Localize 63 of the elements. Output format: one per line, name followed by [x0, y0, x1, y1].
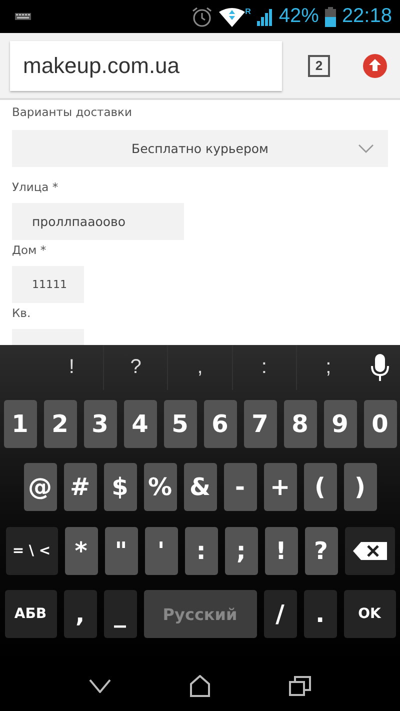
suggestion[interactable]: ; [326, 356, 332, 379]
keyboard-key[interactable]: : [184, 527, 218, 575]
text-field[interactable]: 11111 [12, 266, 84, 303]
keyboard-key[interactable]: / [264, 590, 296, 638]
chevron-down-icon [358, 144, 374, 153]
field-label: Улица * [12, 179, 58, 195]
keyboard-key[interactable]: * [64, 527, 98, 575]
keyboard-icon [15, 13, 31, 20]
keyboard-key[interactable]: @ [24, 463, 56, 511]
keyboard-key[interactable]: 1 [4, 400, 36, 448]
wifi-icon [219, 6, 246, 26]
address-field[interactable]: makeup.com.ua [10, 40, 282, 90]
keyboard-key[interactable]: - [224, 463, 256, 511]
keyboard-key[interactable]: # [64, 463, 96, 511]
tab-count-button[interactable]: 2 [308, 54, 330, 76]
function-key[interactable]: = \ < [6, 527, 58, 575]
function-key[interactable]: АБВ [4, 590, 56, 638]
signal-icon [256, 8, 273, 26]
suggestion[interactable]: , [197, 356, 203, 379]
keyboard-key[interactable]: 3 [84, 400, 116, 448]
text-field[interactable]: проллпааоово [12, 203, 184, 240]
keyboard-key[interactable]: ; [224, 527, 258, 575]
keyboard-key[interactable]: & [184, 463, 216, 511]
battery-icon [324, 6, 336, 26]
suggestion[interactable]: ? [130, 356, 142, 379]
keyboard-key[interactable]: ) [344, 463, 376, 511]
keyboard-key[interactable]: 5 [164, 400, 196, 448]
keyboard-key[interactable]: $ [104, 463, 136, 511]
keyboard-key[interactable]: 9 [324, 400, 356, 448]
field-label: Кв. [12, 305, 31, 321]
function-key[interactable]: OK [344, 590, 396, 638]
keyboard-key[interactable]: , [64, 590, 96, 638]
suggestion[interactable]: ! [68, 356, 74, 379]
alarm-icon [191, 6, 214, 28]
keyboard-key[interactable]: % [144, 463, 176, 511]
keyboard-key[interactable]: ' [144, 527, 178, 575]
keyboard-key[interactable]: 6 [204, 400, 236, 448]
keyboard-key[interactable]: + [264, 463, 296, 511]
keyboard-key[interactable]: 7 [244, 400, 276, 448]
field-label: Дом * [12, 242, 46, 258]
keyboard-key[interactable]: . [304, 590, 336, 638]
suggestion[interactable]: : [261, 356, 267, 379]
keyboard-key[interactable]: 0 [364, 400, 396, 448]
home-icon[interactable] [189, 674, 211, 696]
microphone-icon[interactable] [371, 354, 390, 382]
keyboard-key[interactable]: 4 [124, 400, 156, 448]
keyboard-key[interactable]: ! [264, 527, 298, 575]
back-icon[interactable] [89, 678, 111, 692]
backspace-icon [352, 542, 386, 560]
keyboard-key[interactable]: 8 [284, 400, 316, 448]
keyboard-key[interactable]: " [104, 527, 138, 575]
recent-apps-icon[interactable] [289, 676, 311, 696]
battery-percent: 42% [278, 5, 319, 28]
upload-icon[interactable] [363, 54, 387, 78]
keyboard-key[interactable]: _ [104, 590, 136, 638]
keyboard-key[interactable]: ? [304, 527, 338, 575]
roaming-indicator: R [245, 7, 251, 16]
keyboard-key[interactable]: ( [304, 463, 336, 511]
backspace-key[interactable] [344, 527, 394, 575]
field-label: Варианты доставки [12, 104, 132, 120]
clock: 22:18 [342, 5, 392, 28]
delivery-dropdown[interactable]: Бесплатно курьером [12, 130, 388, 167]
keyboard-key[interactable]: 2 [44, 400, 76, 448]
